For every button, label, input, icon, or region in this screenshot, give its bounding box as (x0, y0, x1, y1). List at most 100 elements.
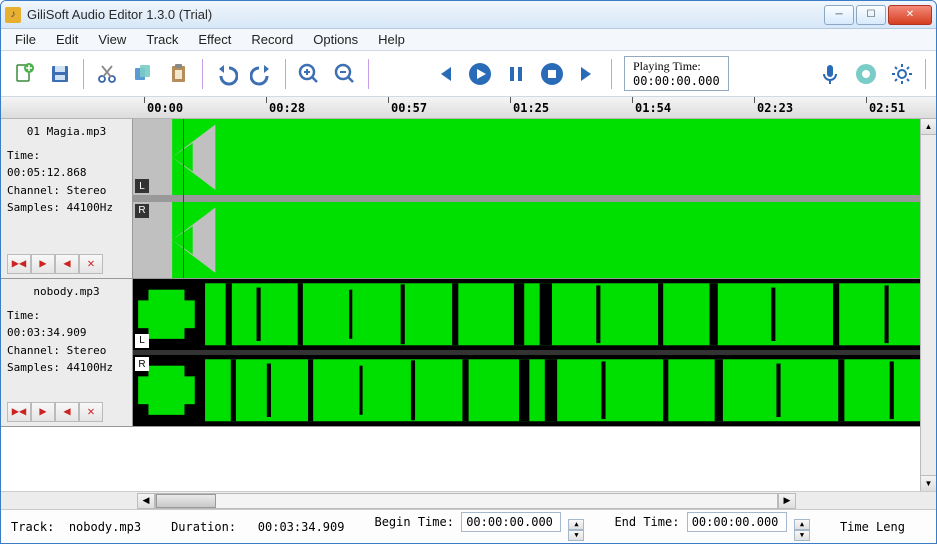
toolbar-separator (925, 59, 926, 89)
toolbar-separator (368, 59, 369, 89)
toolbar-separator (202, 59, 203, 89)
minimize-button[interactable]: ─ (824, 5, 854, 25)
menu-track[interactable]: Track (136, 30, 188, 49)
begin-time-input[interactable] (461, 512, 561, 532)
ruler-tick: 00:57 (391, 97, 427, 118)
vertical-scrollbar[interactable]: ▲ ▼ (920, 119, 936, 491)
scroll-down-icon[interactable]: ▼ (921, 475, 936, 491)
record-button[interactable] (813, 57, 847, 91)
undo-button[interactable] (209, 57, 243, 91)
track-controls: ▶◀ ▶ ◀ ✕ (7, 254, 126, 274)
stop-button[interactable] (535, 57, 569, 91)
cut-button[interactable] (90, 57, 124, 91)
status-track: Track: nobody.mp3 (11, 520, 141, 534)
scroll-right-icon[interactable]: ▶ (778, 493, 796, 509)
playing-time-label: Playing Time: (633, 59, 720, 74)
copy-button[interactable] (126, 57, 160, 91)
track-abut-in-icon[interactable]: ▶◀ (7, 402, 31, 422)
scroll-left-icon[interactable]: ◀ (137, 493, 155, 509)
begin-time-up-icon[interactable]: ▲ (568, 519, 584, 530)
timeline-ruler[interactable]: 00:00 00:28 00:57 01:25 01:54 02:23 02:5… (1, 97, 936, 119)
toolbar: Playing Time: 00:00:00.000 (1, 51, 936, 97)
track-name: 01 Magia.mp3 (7, 123, 126, 141)
settings-button[interactable] (885, 57, 919, 91)
skip-start-button[interactable] (427, 57, 461, 91)
titlebar: ♪ GiliSoft Audio Editor 1.3.0 (Trial) ─ … (1, 1, 936, 29)
waveform-right-channel: R (133, 355, 936, 426)
waveform-left-channel: L (133, 279, 936, 350)
channel-label-r: R (135, 357, 149, 371)
menubar: File Edit View Track Effect Record Optio… (1, 29, 936, 51)
track-play-icon[interactable]: ▶ (31, 254, 55, 274)
paste-button[interactable] (162, 57, 196, 91)
end-time-up-icon[interactable]: ▲ (794, 519, 810, 530)
track-row: 01 Magia.mp3 Time: 00:05:12.868 Channel:… (1, 119, 936, 279)
app-window: ♪ GiliSoft Audio Editor 1.3.0 (Trial) ─ … (0, 0, 937, 544)
ruler-tick: 00:28 (269, 97, 305, 118)
menu-effect[interactable]: Effect (188, 30, 241, 49)
track-play-icon[interactable]: ▶ (31, 402, 55, 422)
track-delete-icon[interactable]: ✕ (79, 402, 103, 422)
save-button[interactable] (43, 57, 77, 91)
channel-label-l: L (135, 334, 149, 348)
close-button[interactable]: ✕ (888, 5, 932, 25)
menu-record[interactable]: Record (241, 30, 303, 49)
end-time-input[interactable] (687, 512, 787, 532)
scrollbar-track[interactable] (155, 493, 778, 509)
new-button[interactable] (7, 57, 41, 91)
waveform-area[interactable]: L R (133, 119, 936, 278)
play-button[interactable] (463, 57, 497, 91)
ruler-tick: 02:51 (869, 97, 905, 118)
menu-file[interactable]: File (5, 30, 46, 49)
redo-button[interactable] (245, 57, 279, 91)
ruler-tick: 02:23 (757, 97, 793, 118)
maximize-button[interactable]: ☐ (856, 5, 886, 25)
status-timelen: Time Leng (840, 520, 905, 534)
track-delete-icon[interactable]: ✕ (79, 254, 103, 274)
status-begin-time: Begin Time: ▲▼ (374, 512, 584, 541)
ruler-tick: 01:25 (513, 97, 549, 118)
channel-label-r: R (135, 204, 149, 218)
menu-view[interactable]: View (88, 30, 136, 49)
toolbar-separator (285, 59, 286, 89)
window-controls: ─ ☐ ✕ (824, 5, 932, 25)
channel-label-l: L (135, 179, 149, 193)
track-info-panel: nobody.mp3 Time: 00:03:34.909 Channel: S… (1, 279, 133, 426)
toolbar-separator (83, 59, 84, 89)
track-name: nobody.mp3 (7, 283, 126, 301)
playhead[interactable] (183, 119, 184, 278)
ruler-tick: 01:54 (635, 97, 671, 118)
track-prev-icon[interactable]: ◀ (55, 254, 79, 274)
zoom-in-button[interactable] (292, 57, 326, 91)
track-controls: ▶◀ ▶ ◀ ✕ (7, 402, 126, 422)
window-title: GiliSoft Audio Editor 1.3.0 (Trial) (27, 7, 824, 22)
waveform-right-channel: R (133, 202, 936, 278)
app-icon: ♪ (5, 7, 21, 23)
statusbar: Track: nobody.mp3 Duration: 00:03:34.909… (1, 509, 936, 543)
track-abut-in-icon[interactable]: ▶◀ (7, 254, 31, 274)
pause-button[interactable] (499, 57, 533, 91)
zoom-out-button[interactable] (328, 57, 362, 91)
waveform-left-channel: L (133, 119, 936, 195)
status-end-time: End Time: ▲▼ (614, 512, 810, 541)
track-info-panel: 01 Magia.mp3 Time: 00:05:12.868 Channel:… (1, 119, 133, 278)
horizontal-scrollbar: ◀ ▶ (1, 491, 936, 509)
playing-time-value: 00:00:00.000 (633, 74, 720, 88)
ruler-tick: 00:00 (147, 97, 183, 118)
menu-options[interactable]: Options (303, 30, 368, 49)
end-time-down-icon[interactable]: ▼ (794, 530, 810, 541)
devices-button[interactable] (849, 57, 883, 91)
scrollbar-thumb[interactable] (156, 494, 216, 508)
track-prev-icon[interactable]: ◀ (55, 402, 79, 422)
skip-end-button[interactable] (571, 57, 605, 91)
tracks-container: 01 Magia.mp3 Time: 00:05:12.868 Channel:… (1, 119, 936, 491)
waveform-area[interactable]: L R (133, 279, 936, 426)
begin-time-down-icon[interactable]: ▼ (568, 530, 584, 541)
toolbar-separator (611, 59, 612, 89)
menu-help[interactable]: Help (368, 30, 415, 49)
playing-time-display: Playing Time: 00:00:00.000 (624, 56, 729, 91)
track-row: nobody.mp3 Time: 00:03:34.909 Channel: S… (1, 279, 936, 427)
status-duration: Duration: 00:03:34.909 (171, 520, 344, 534)
menu-edit[interactable]: Edit (46, 30, 88, 49)
scroll-up-icon[interactable]: ▲ (921, 119, 936, 135)
